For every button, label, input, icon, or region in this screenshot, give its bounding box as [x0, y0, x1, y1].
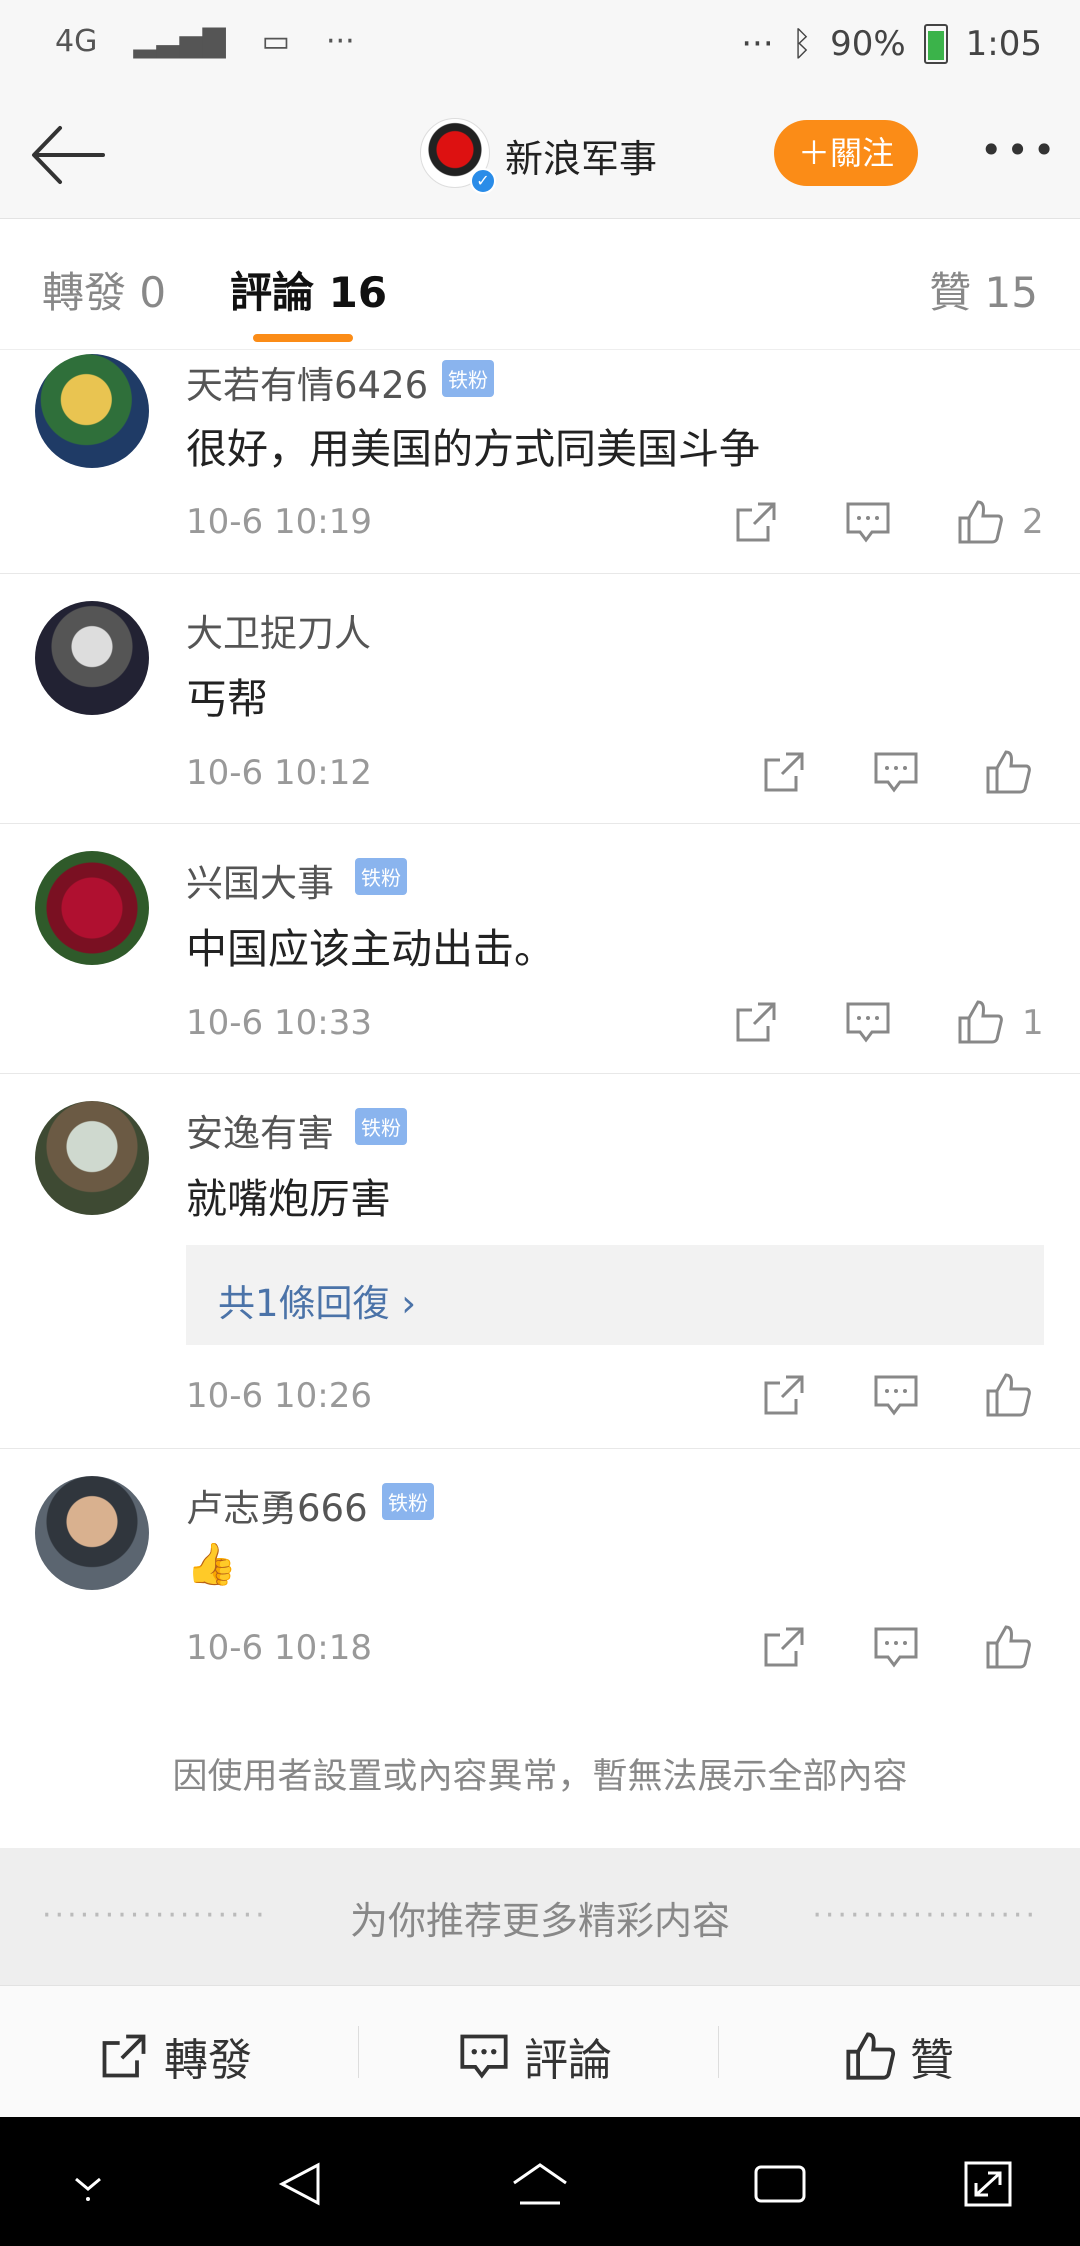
- comment-label: 評論: [524, 2035, 612, 2086]
- comment-text: 丐帮: [186, 675, 268, 723]
- comment-icon: [460, 2034, 508, 2079]
- fan-badge: 铁粉: [355, 1108, 407, 1145]
- fan-badge: 铁粉: [382, 1483, 434, 1520]
- like-label: 贊: [910, 2035, 954, 2086]
- commenter-avatar[interactable]: [35, 601, 149, 715]
- reply-icon[interactable]: [872, 1371, 920, 1419]
- commenter-avatar[interactable]: [35, 851, 149, 965]
- comment-item: 兴国大事 铁粉 中国应该主动出击。 10-6 10:33 1: [0, 823, 1080, 1074]
- share-icon[interactable]: [760, 1371, 808, 1419]
- battery-percentage: 90%: [830, 24, 906, 64]
- reply-count-label[interactable]: 共1條回復 ›: [218, 1273, 416, 1327]
- bluetooth-icon: ᛒ: [791, 24, 813, 64]
- like-icon[interactable]: [956, 998, 1004, 1046]
- like-count: 1: [1022, 1003, 1044, 1043]
- share-icon[interactable]: [760, 748, 808, 796]
- commenter-name[interactable]: 卢志勇666: [186, 1478, 368, 1532]
- more-options-icon[interactable]: •••: [980, 120, 1055, 186]
- like-icon[interactable]: [984, 1371, 1032, 1419]
- like-icon[interactable]: [984, 1623, 1032, 1671]
- verified-badge-icon: ✓: [470, 168, 496, 194]
- like-icon[interactable]: [956, 498, 1004, 546]
- top-navigation-bar: ✓ 新浪军事 ＋關注 •••: [0, 90, 1080, 219]
- follow-button[interactable]: ＋關注: [774, 120, 918, 186]
- bottom-action-bar: 轉發 評論 贊: [0, 1985, 1080, 2118]
- comment-item: 卢志勇666 铁粉 👍 10-6 10:18: [0, 1448, 1080, 1699]
- commenter-avatar[interactable]: [35, 1476, 149, 1590]
- tab-likes[interactable]: 贊 15: [929, 259, 1038, 320]
- divider: [718, 2026, 719, 2078]
- comment-button[interactable]: 評論: [458, 2024, 612, 2088]
- tab-repost[interactable]: 轉發 0: [42, 259, 166, 320]
- comment-text: 👍: [186, 1540, 238, 1588]
- share-icon[interactable]: [732, 498, 780, 546]
- comment-time: 10-6 10:19: [186, 502, 372, 542]
- repost-label: 轉發: [164, 2035, 252, 2086]
- commenter-avatar[interactable]: [35, 1101, 149, 1215]
- rotate-screen-icon[interactable]: [958, 2159, 1018, 2209]
- commenter-name[interactable]: 兴国大事: [186, 853, 334, 907]
- image-icon: ▭: [261, 24, 290, 59]
- comment-time: 10-6 10:12: [186, 753, 372, 793]
- recommendation-divider: ·················· 为你推荐更多精彩内容 ··········…: [0, 1848, 1080, 1985]
- recent-apps-icon[interactable]: [750, 2159, 810, 2209]
- reply-thread-link[interactable]: 共1條回復 ›: [186, 1245, 1044, 1345]
- status-bar: 4G ▂▃▅▇ ▭ ··· ··· ᛒ 90% 1:05: [0, 0, 1080, 90]
- comment-time: 10-6 10:18: [186, 1628, 372, 1668]
- reply-icon[interactable]: [872, 1623, 920, 1671]
- account-name[interactable]: 新浪军事: [505, 128, 657, 183]
- like-count: 2: [1022, 502, 1044, 542]
- repost-icon: [102, 2034, 146, 2078]
- comment-text: 就嘴炮厉害: [186, 1175, 391, 1223]
- repost-button[interactable]: 轉發: [98, 2024, 252, 2088]
- home-nav-icon[interactable]: [510, 2159, 570, 2209]
- fan-badge: 铁粉: [355, 858, 407, 895]
- reply-icon[interactable]: [844, 998, 892, 1046]
- like-icon[interactable]: [984, 748, 1032, 796]
- content-restricted-notice: 因使用者設置或內容異常，暫無法展示全部內容: [0, 1698, 1080, 1848]
- comment-item: 大卫捉刀人 丐帮 10-6 10:12: [0, 573, 1080, 824]
- signal-icon: ▂▃▅▇: [133, 24, 226, 59]
- notice-text: 因使用者設置或內容異常，暫無法展示全部內容: [172, 1757, 908, 1797]
- more-status-icon: ···: [741, 24, 774, 64]
- comment-text: 中国应该主动出击。: [186, 925, 555, 973]
- divider: [358, 2026, 359, 2078]
- hide-keyboard-icon[interactable]: [58, 2159, 118, 2209]
- commenter-name[interactable]: 安逸有害: [186, 1103, 334, 1157]
- commenter-avatar[interactable]: [35, 354, 149, 468]
- comment-time: 10-6 10:33: [186, 1003, 372, 1043]
- reply-icon[interactable]: [844, 498, 892, 546]
- clock: 1:05: [965, 24, 1042, 64]
- commenter-name[interactable]: 天若有情6426: [186, 355, 428, 409]
- battery-icon: [923, 24, 948, 64]
- comment-item: 天若有情6426 铁粉 很好，用美国的方式同美国斗争 10-6 10:19 2: [0, 350, 1080, 574]
- divider-dots-right: ··················: [812, 1898, 1038, 1933]
- network-indicator: 4G: [55, 24, 98, 59]
- more-notifications-icon: ···: [326, 24, 355, 59]
- fan-badge: 铁粉: [442, 360, 494, 397]
- tab-bar: 轉發 0 評論 16 贊 15: [0, 219, 1080, 350]
- comment-time: 10-6 10:26: [186, 1376, 372, 1416]
- share-icon[interactable]: [732, 998, 780, 1046]
- like-button[interactable]: 贊: [844, 2024, 954, 2088]
- reply-icon[interactable]: [872, 748, 920, 796]
- commenter-name[interactable]: 大卫捉刀人: [186, 603, 371, 657]
- back-arrow-icon[interactable]: [28, 120, 108, 190]
- like-icon: [846, 2032, 896, 2080]
- comment-text: 很好，用美国的方式同美国斗争: [186, 425, 760, 473]
- comment-item: 安逸有害 铁粉 就嘴炮厉害 共1條回復 › 10-6 10:26: [0, 1073, 1080, 1449]
- system-navigation-bar: [0, 2117, 1080, 2246]
- share-icon[interactable]: [760, 1623, 808, 1671]
- tab-comments[interactable]: 評論 16: [230, 259, 387, 320]
- active-tab-indicator: [253, 334, 353, 342]
- back-nav-icon[interactable]: [270, 2159, 330, 2209]
